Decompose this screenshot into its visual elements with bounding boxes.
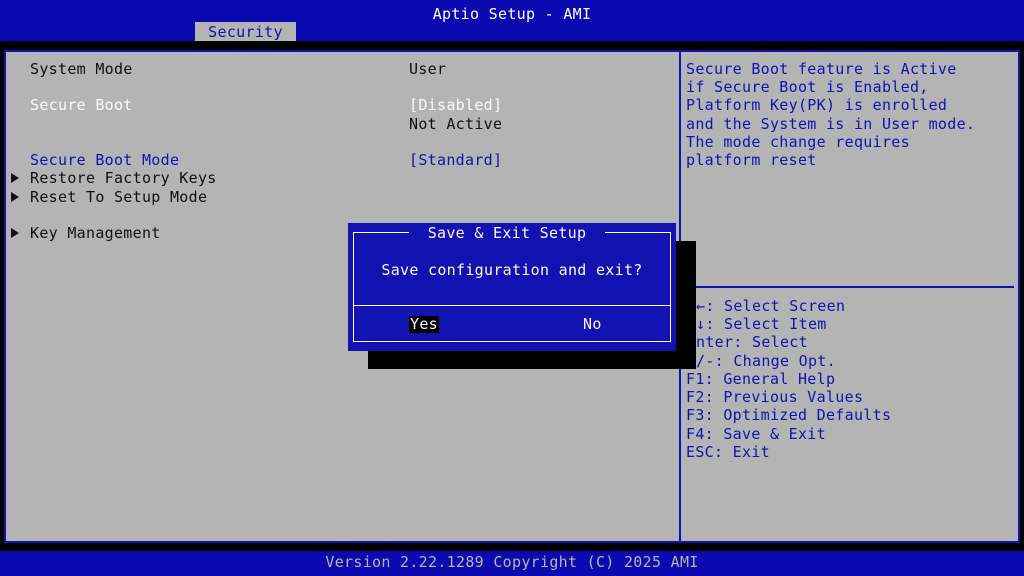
app-title: Aptio Setup - AMI — [432, 5, 592, 23]
dialog-frame — [353, 232, 671, 342]
secure-boot-status: Not Active — [409, 115, 503, 133]
system-mode-value: User — [409, 60, 447, 78]
submenu-arrow-icon — [11, 228, 19, 238]
tab-security[interactable]: Security — [195, 22, 296, 41]
no-button[interactable]: No — [583, 315, 602, 333]
system-mode-label: System Mode — [30, 60, 133, 78]
dialog-separator — [353, 305, 671, 306]
secure-boot-mode-label[interactable]: Secure Boot Mode — [30, 151, 179, 169]
help-line: Platform Key(PK) is enrolled — [686, 96, 948, 114]
secure-boot-value[interactable]: [Disabled] — [409, 96, 502, 114]
dialog-message: Save configuration and exit? — [381, 261, 643, 279]
help-divider-horizontal — [681, 286, 1014, 288]
key-help-f3: F3: Optimized Defaults — [686, 406, 892, 424]
help-line: The mode change requires — [686, 133, 910, 151]
help-line: and the System is in User mode. — [686, 115, 976, 133]
submenu-arrow-icon — [11, 192, 19, 202]
help-line: platform reset — [686, 151, 817, 169]
dialog-title: Save & Exit Setup — [427, 224, 587, 242]
key-help-f1: F1: General Help — [686, 370, 836, 388]
key-help-enter: nter: Select — [696, 333, 808, 351]
secure-boot-label[interactable]: Secure Boot — [30, 96, 133, 114]
key-help-f4: F4: Save & Exit — [686, 425, 826, 443]
key-help-select-item: ↓: Select Item — [696, 315, 827, 333]
submenu-key-management[interactable]: Key Management — [30, 224, 161, 242]
submenu-arrow-icon — [11, 173, 19, 183]
submenu-reset-to-setup-mode[interactable]: Reset To Setup Mode — [30, 188, 207, 206]
key-help-esc: ESC: Exit — [686, 443, 770, 461]
key-help-select-screen: ←: Select Screen — [696, 297, 846, 315]
key-help-change-opt: /-: Change Opt. — [696, 352, 836, 370]
secure-boot-mode-value[interactable]: [Standard] — [409, 151, 502, 169]
key-help-f2: F2: Previous Values — [686, 388, 864, 406]
version-text: Version 2.22.1289 Copyright (C) 2025 AMI — [325, 553, 699, 571]
yes-button[interactable]: Yes — [409, 316, 439, 333]
help-line: if Secure Boot is Enabled, — [686, 78, 929, 96]
help-line: Secure Boot feature is Active — [686, 60, 957, 78]
submenu-restore-factory-keys[interactable]: Restore Factory Keys — [30, 169, 217, 187]
